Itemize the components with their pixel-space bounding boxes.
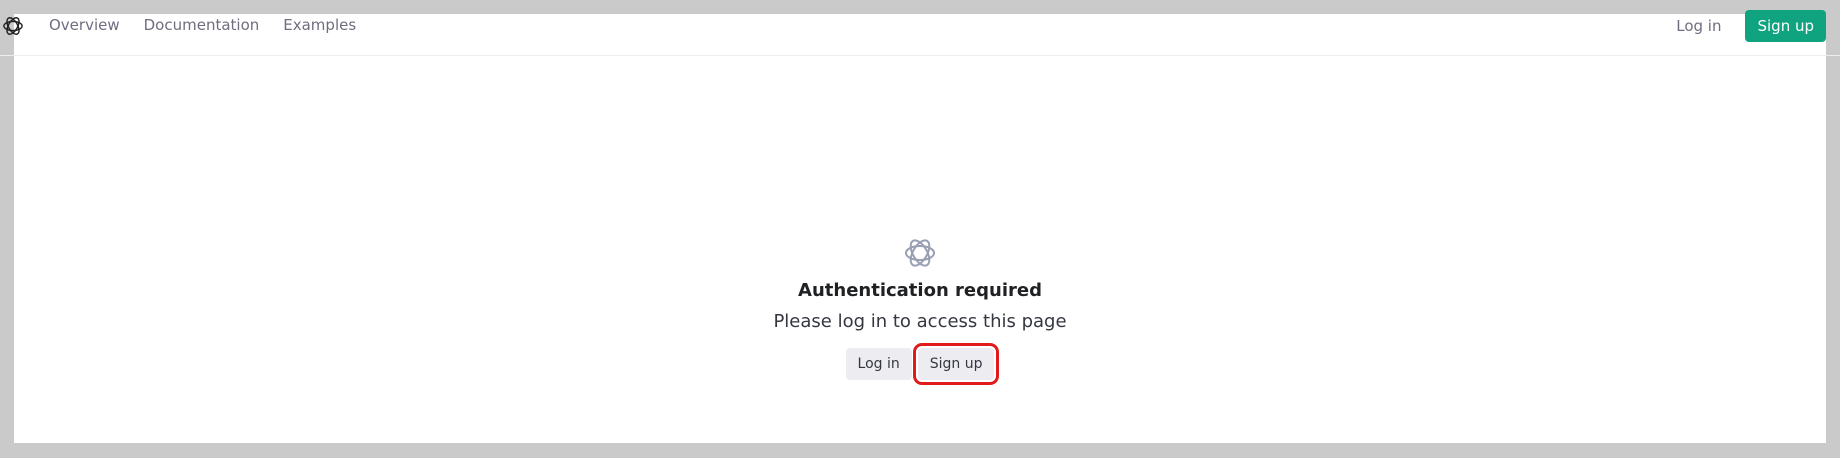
nav-link-examples[interactable]: Examples xyxy=(283,16,356,34)
openai-logo-icon xyxy=(905,239,935,267)
auth-subtitle: Please log in to access this page xyxy=(773,311,1067,332)
auth-login-button[interactable]: Log in xyxy=(845,348,912,380)
auth-signup-button[interactable]: Sign up xyxy=(912,343,1000,385)
auth-buttons: Log in Sign up xyxy=(0,343,1840,385)
nav-signup-button[interactable]: Sign up xyxy=(1745,10,1826,42)
nav-links: Overview Documentation Examples xyxy=(49,16,356,34)
nav-actions: Log in Sign up xyxy=(1676,10,1826,42)
auth-panel: Authentication required Please log in to… xyxy=(0,233,1840,385)
openai-logo-icon[interactable] xyxy=(0,13,26,39)
nav-link-overview[interactable]: Overview xyxy=(49,16,120,34)
top-navigation: Overview Documentation Examples Log in S… xyxy=(0,0,1840,56)
auth-title: Authentication required xyxy=(798,280,1042,301)
nav-link-documentation[interactable]: Documentation xyxy=(144,16,260,34)
nav-login-link[interactable]: Log in xyxy=(1676,17,1721,35)
